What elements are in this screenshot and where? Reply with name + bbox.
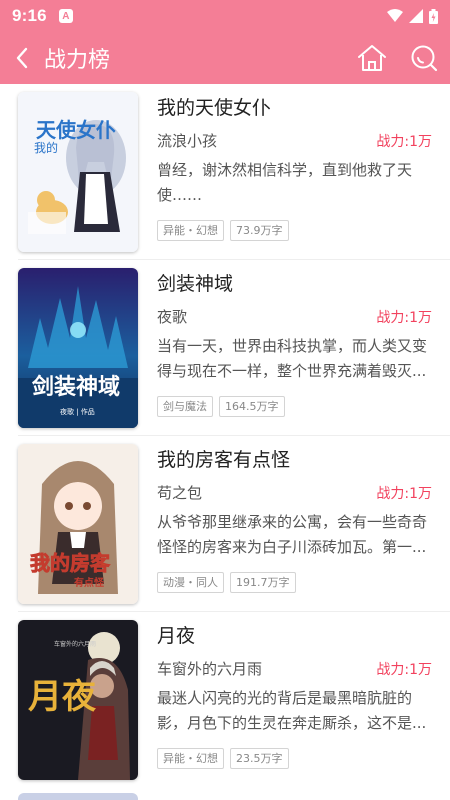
wifi-icon <box>387 9 403 22</box>
genre-tag: 异能・幻想 <box>157 748 224 769</box>
search-button[interactable] <box>398 32 450 84</box>
book-item[interactable]: 剑装神域 夜歌 | 作品 剑装神域 夜歌 战力:1万 当有一天，世界由科技执掌，… <box>0 260 450 436</box>
book-power: 战力:1万 <box>376 134 432 150</box>
book-title[interactable]: 剑装神域 <box>157 269 233 296</box>
app-bar: 战力榜 <box>0 32 450 84</box>
book-tags: 动漫・同人 191.7万字 <box>157 572 296 593</box>
next-book-cover-peek <box>18 793 138 800</box>
book-cover[interactable]: 月夜 车窗外的六月雨 <box>18 620 138 780</box>
word-count-tag: 23.5万字 <box>230 748 289 769</box>
book-title[interactable]: 月夜 <box>157 621 195 648</box>
book-power: 战力:1万 <box>376 486 432 502</box>
book-item[interactable]: 我的房客 有点怪 我的房客有点怪 苟之包 战力:1万 从爷爷那里继承来的公寓，会… <box>0 436 450 612</box>
cover-subtitle-text: 夜歌 | 作品 <box>60 407 95 416</box>
book-tags: 异能・幻想 73.9万字 <box>157 220 289 241</box>
cover-title-text: 剑装神域 <box>31 374 120 400</box>
cover-subtitle-text: 车窗外的六月雨 <box>54 640 96 648</box>
book-item[interactable]: 天使女仆 我的 我的天使女仆 流浪小孩 战力:1万 曾经，谢沐然相信科学，直到他… <box>0 84 450 260</box>
notification-icon: A <box>58 9 73 23</box>
battery-icon <box>429 8 438 24</box>
book-description: 曾经，谢沐然相信科学，直到他救了天使…… <box>157 161 413 204</box>
chevron-left-icon <box>16 47 28 69</box>
book-author: 苟之包 <box>157 484 203 502</box>
word-count-tag: 73.9万字 <box>230 220 289 241</box>
book-power: 战力:1万 <box>376 310 432 326</box>
genre-tag: 异能・幻想 <box>157 220 224 241</box>
book-title[interactable]: 我的房客有点怪 <box>157 445 290 472</box>
home-icon <box>358 45 386 71</box>
book-author: 车窗外的六月雨 <box>157 660 263 678</box>
book-author: 夜歌 <box>157 308 188 326</box>
cover-image-sword-domain: 剑装神域 夜歌 | 作品 <box>18 268 138 428</box>
genre-tag: 剑与魔法 <box>157 396 213 417</box>
status-indicators <box>387 8 438 24</box>
signal-icon <box>409 9 423 23</box>
book-item[interactable]: 月夜 车窗外的六月雨 月夜 车窗外的六月雨 战力:1万 最迷人闪亮的光的背后是最… <box>0 612 450 788</box>
book-cover[interactable]: 天使女仆 我的 <box>18 92 138 252</box>
book-description: 最迷人闪亮的光的背后是最黑暗肮脏的影，月色下的生灵在奔走厮杀，这不是... <box>157 689 427 732</box>
book-author: 流浪小孩 <box>157 132 218 150</box>
search-icon <box>411 45 438 72</box>
back-button[interactable] <box>0 32 44 84</box>
book-title[interactable]: 我的天使女仆 <box>157 93 271 120</box>
cover-title-text: 我的房客 <box>30 551 111 575</box>
word-count-tag: 191.7万字 <box>230 572 296 593</box>
status-time: 9:16 <box>12 6 47 25</box>
status-bar: 9:16 A <box>0 0 450 32</box>
book-tags: 剑与魔法 164.5万字 <box>157 396 285 417</box>
book-description: 当有一天，世界由科技执掌，而人类又变得与现在不一样，整个世界充满着毁灭... <box>157 337 428 380</box>
ranking-list: 天使女仆 我的 我的天使女仆 流浪小孩 战力:1万 曾经，谢沐然相信科学，直到他… <box>0 84 450 800</box>
cover-subtitle-text: 有点怪 <box>74 576 105 589</box>
cover-subtitle-text: 我的 <box>34 140 58 155</box>
book-power: 战力:1万 <box>376 662 432 678</box>
book-tags: 异能・幻想 23.5万字 <box>157 748 289 769</box>
genre-tag: 动漫・同人 <box>157 572 224 593</box>
home-button[interactable] <box>346 32 398 84</box>
cover-image-angel-maid: 天使女仆 我的 <box>18 92 138 252</box>
cover-title-text: 月夜 <box>28 677 97 717</box>
cover-image-moon-night: 月夜 车窗外的六月雨 <box>18 620 138 780</box>
book-cover[interactable]: 剑装神域 夜歌 | 作品 <box>18 268 138 428</box>
book-description: 从爷爷那里继承来的公寓，会有一些奇奇怪怪的房客来为白子川添砖加瓦。第一... <box>157 513 428 556</box>
word-count-tag: 164.5万字 <box>219 396 285 417</box>
cover-title-text: 天使女仆 <box>36 118 116 142</box>
page-title: 战力榜 <box>44 48 111 73</box>
book-cover[interactable]: 我的房客 有点怪 <box>18 444 138 604</box>
cover-image-strange-tenant: 我的房客 有点怪 <box>18 444 138 604</box>
